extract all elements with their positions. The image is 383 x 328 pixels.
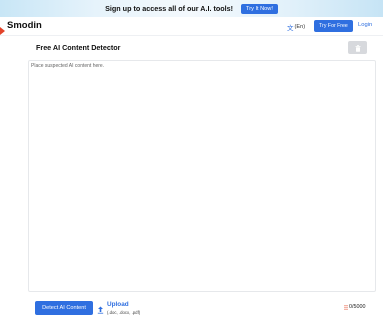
character-counter: 0/5000 <box>344 304 366 310</box>
action-bar: Detect AI Content Upload (.doc, .docx, .… <box>0 292 383 328</box>
promo-text: Sign up to access all of our A.I. tools! <box>105 4 234 13</box>
stack-icon <box>344 304 348 310</box>
translate-icon: 文 <box>287 25 294 32</box>
login-link[interactable]: Login <box>358 22 372 28</box>
text-editor <box>28 60 376 292</box>
logo[interactable]: Smodin <box>0 20 42 35</box>
trash-icon <box>355 39 361 57</box>
language-selector[interactable]: 文 (En) <box>287 22 305 32</box>
logo-text: Smodin <box>7 20 42 31</box>
try-for-free-button[interactable]: Try For Free <box>314 20 353 32</box>
promo-banner: Sign up to access all of our A.I. tools!… <box>0 0 383 17</box>
language-label: (En) <box>294 24 306 30</box>
clear-text-button[interactable] <box>348 41 367 54</box>
page-title: Free AI Content Detector <box>36 43 121 52</box>
smodin-logo-icon <box>0 22 5 35</box>
try-it-now-button[interactable]: Try It Now! <box>241 3 278 14</box>
character-count: 0/5000 <box>349 304 366 310</box>
upload-file-types: (.doc, .docx, .pdf) <box>107 310 141 315</box>
detect-ai-content-button[interactable]: Detect AI Content <box>35 301 93 315</box>
content-input[interactable] <box>29 61 375 291</box>
upload-button[interactable]: Upload <box>107 301 129 308</box>
upload-icon[interactable] <box>97 301 104 314</box>
top-nav: Smodin 文 (En) Try For Free Login <box>0 17 383 36</box>
